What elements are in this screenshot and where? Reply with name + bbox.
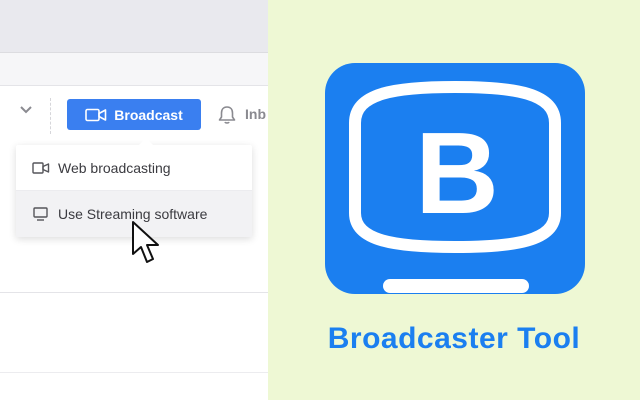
toolbar-divider [50,98,52,134]
browser-address-strip [0,53,268,86]
logo-letter: B [415,108,499,238]
broadcast-button[interactable]: Broadcast [67,99,201,130]
video-camera-icon [32,161,50,174]
brand-caption: Broadcaster Tool [327,322,581,355]
content-divider [0,372,268,373]
browser-screenshot: Broadcast Inb Web broadcasting Use Strea… [0,0,268,400]
chevron-down-icon[interactable] [17,100,35,118]
menu-item-web-broadcasting[interactable]: Web broadcasting [16,145,252,191]
content-divider [0,292,268,293]
video-camera-icon [85,108,107,121]
broadcast-button-label: Broadcast [114,106,183,123]
dropdown-caret [139,138,153,145]
monitor-icon [33,207,48,221]
inbox-label[interactable]: Inb [245,106,266,122]
menu-item-label: Web broadcasting [58,159,171,176]
browser-tab-bar [0,0,268,53]
bell-icon[interactable] [216,104,238,126]
mouse-pointer-icon [132,221,159,263]
broadcaster-tv-logo-icon: B [325,63,585,294]
